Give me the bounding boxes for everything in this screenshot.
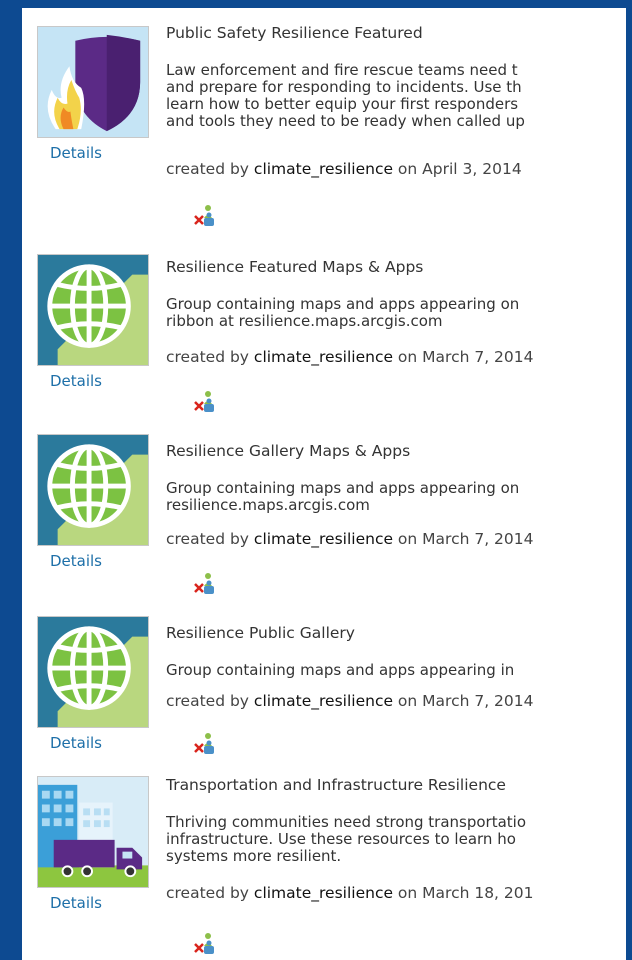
group-description: Group containing maps and apps appearing… — [166, 480, 626, 514]
description-line: infrastructure. Use these resources to l… — [166, 831, 516, 848]
description-line: and tools they need to be ready when cal… — [166, 113, 525, 130]
created-by-line: created by climate_resilience on March 7… — [166, 530, 534, 548]
shield-flame-icon — [38, 27, 148, 137]
globe-icon — [38, 435, 148, 545]
group-list: Details Public Safety Resilience Feature… — [22, 8, 626, 960]
details-link[interactable]: Details — [50, 734, 102, 752]
group-description: Law enforcement and fire rescue teams ne… — [166, 62, 626, 130]
created-prefix: created by — [166, 530, 254, 548]
details-link[interactable]: Details — [50, 372, 102, 390]
created-by-line: created by climate_resilience on April 3… — [166, 160, 522, 178]
details-link[interactable]: Details — [50, 552, 102, 570]
group-thumbnail[interactable] — [37, 254, 149, 366]
group-title[interactable]: Resilience Featured Maps & Apps — [166, 258, 423, 276]
group-thumbnail[interactable] — [37, 26, 149, 138]
created-prefix: created by — [166, 884, 254, 902]
globe-icon — [38, 617, 148, 727]
truck-building-icon — [38, 777, 148, 887]
owner-link[interactable]: climate_resilience — [254, 884, 393, 902]
description-line: Group containing maps and apps appearing… — [166, 480, 520, 497]
owner-link[interactable]: climate_resilience — [254, 530, 393, 548]
group-title[interactable]: Resilience Public Gallery — [166, 624, 355, 642]
group-title[interactable]: Public Safety Resilience Featured — [166, 24, 423, 42]
description-line: Thriving communities need strong transpo… — [166, 814, 527, 831]
created-prefix: created by — [166, 348, 254, 366]
group-thumbnail[interactable] — [37, 776, 149, 888]
created-date: on April 3, 2014 — [393, 160, 522, 178]
group-description: Thriving communities need strong transpo… — [166, 814, 626, 865]
description-line: resilience.maps.arcgis.com — [166, 497, 370, 514]
leave-group-icon[interactable] — [194, 732, 216, 756]
description-line: ribbon at resilience.maps.arcgis.com — [166, 313, 443, 330]
created-date: on March 7, 2014 — [393, 530, 534, 548]
description-line: Group containing maps and apps appearing… — [166, 662, 515, 679]
group-title[interactable]: Resilience Gallery Maps & Apps — [166, 442, 410, 460]
description-line: Law enforcement and fire rescue teams ne… — [166, 62, 518, 79]
created-by-line: created by climate_resilience on March 7… — [166, 692, 534, 710]
group-description: Group containing maps and apps appearing… — [166, 662, 626, 679]
group-title[interactable]: Transportation and Infrastructure Resili… — [166, 776, 506, 794]
leave-group-icon[interactable] — [194, 932, 216, 956]
details-link[interactable]: Details — [50, 894, 102, 912]
leave-group-icon[interactable] — [194, 390, 216, 414]
details-link[interactable]: Details — [50, 144, 102, 162]
created-prefix: created by — [166, 160, 254, 178]
created-date: on March 7, 2014 — [393, 348, 534, 366]
leave-group-icon[interactable] — [194, 572, 216, 596]
group-description: Group containing maps and apps appearing… — [166, 296, 626, 330]
created-date: on March 18, 201 — [393, 884, 534, 902]
created-by-line: created by climate_resilience on March 7… — [166, 348, 534, 366]
globe-icon — [38, 255, 148, 365]
description-line: and prepare for responding to incidents.… — [166, 79, 522, 96]
description-line: learn how to better equip your first res… — [166, 96, 519, 113]
owner-link[interactable]: climate_resilience — [254, 692, 393, 710]
created-by-line: created by climate_resilience on March 1… — [166, 884, 534, 902]
created-prefix: created by — [166, 692, 254, 710]
leave-group-icon[interactable] — [194, 204, 216, 228]
group-thumbnail[interactable] — [37, 434, 149, 546]
created-date: on March 7, 2014 — [393, 692, 534, 710]
description-line: systems more resilient. — [166, 848, 342, 865]
owner-link[interactable]: climate_resilience — [254, 160, 393, 178]
owner-link[interactable]: climate_resilience — [254, 348, 393, 366]
description-line: Group containing maps and apps appearing… — [166, 296, 520, 313]
group-thumbnail[interactable] — [37, 616, 149, 728]
